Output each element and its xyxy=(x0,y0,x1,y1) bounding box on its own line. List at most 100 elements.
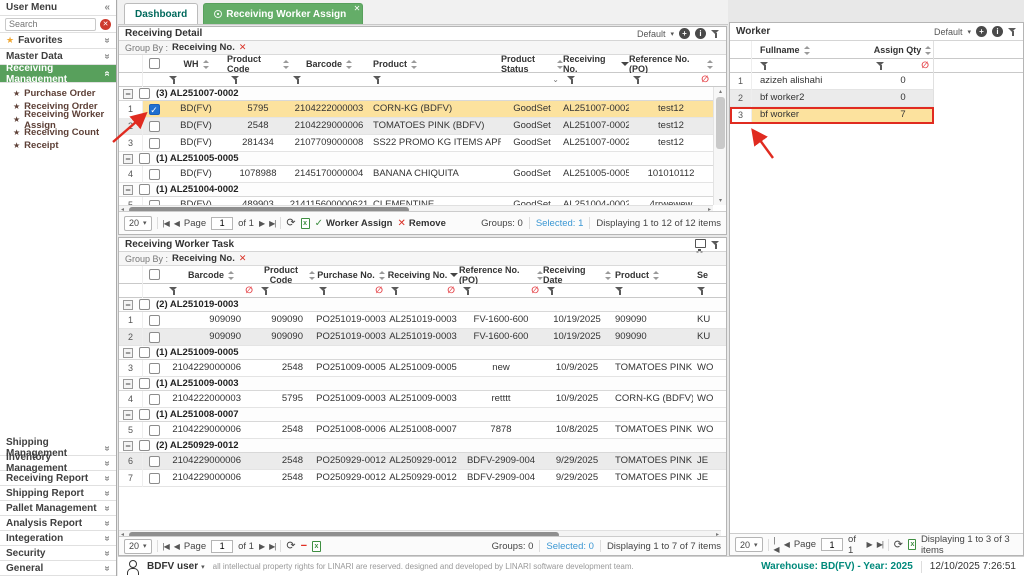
column-header-barcode[interactable]: Barcode xyxy=(165,266,257,284)
last-page-button[interactable]: ▶| xyxy=(269,219,275,228)
filter-funnel-icon[interactable] xyxy=(391,286,400,296)
table-row[interactable]: 1azizeh alishahi0 xyxy=(730,73,934,90)
chevron-down-icon[interactable]: ▾ xyxy=(670,30,674,38)
sidebar-item-general[interactable]: General« xyxy=(0,561,116,576)
row-checkbox[interactable] xyxy=(149,394,160,405)
group-checkbox[interactable] xyxy=(139,347,150,358)
column-header-product-code[interactable]: Product Code xyxy=(227,55,289,73)
collapse-group-icon[interactable]: − xyxy=(123,379,133,389)
filter-funnel-icon[interactable] xyxy=(169,286,178,296)
filter-funnel-icon[interactable] xyxy=(615,286,624,296)
row-checkbox[interactable] xyxy=(149,473,160,484)
remove-group-by-icon[interactable]: ✕ xyxy=(239,253,247,264)
group-checkbox[interactable] xyxy=(139,88,150,99)
worker-assign-button[interactable]: ✓Worker Assign xyxy=(315,218,393,229)
close-tab-icon[interactable]: ✕ xyxy=(354,4,361,13)
filter-funnel-icon[interactable] xyxy=(760,61,769,71)
table-row[interactable]: 3BD(FV)2814342107709000008SS22 PROMO KG … xyxy=(119,135,726,152)
row-checkbox[interactable] xyxy=(149,425,160,436)
row-checkbox[interactable] xyxy=(149,332,160,343)
refresh-icon[interactable]: ⟳ xyxy=(894,540,903,550)
column-header-assign-qty[interactable]: Assign Qty xyxy=(872,41,934,59)
refresh-icon[interactable]: ⟳ xyxy=(286,541,295,551)
sidebar-header-user-menu[interactable]: User Menu « xyxy=(0,0,116,16)
filter-icon[interactable] xyxy=(1008,27,1017,37)
prev-page-button[interactable]: ◀ xyxy=(174,219,179,228)
sidebar-item-shipping-report[interactable]: Shipping Report« xyxy=(0,486,116,501)
filter-funnel-icon[interactable] xyxy=(547,286,556,296)
clear-filter-icon[interactable]: ∅ xyxy=(531,285,539,296)
column-header-receiving-date[interactable]: Receiving Date xyxy=(543,266,611,284)
table-row[interactable]: 5BD(FV)489903214115600000621CLEMENTINEGo… xyxy=(119,197,726,205)
prev-page-button[interactable]: ◀ xyxy=(784,540,789,549)
page-input[interactable] xyxy=(821,538,843,551)
group-by-chip[interactable]: Receiving No. xyxy=(172,42,235,53)
filter-funnel-icon[interactable] xyxy=(567,75,576,85)
column-header-receiving-no[interactable]: Receiving No. xyxy=(387,266,459,284)
table-row[interactable]: 321042290000062548PO251009-0005AL251009-… xyxy=(119,360,726,377)
view-selector[interactable]: Default xyxy=(934,27,963,37)
column-header-product[interactable]: Product xyxy=(369,55,501,73)
clear-filter-icon[interactable]: ∅ xyxy=(921,60,929,71)
group-row[interactable]: −(1) AL251004-0002 xyxy=(119,183,726,197)
column-header-fullname[interactable]: Fullname xyxy=(752,41,872,59)
table-row[interactable]: 2bf worker20 xyxy=(730,90,934,107)
sidebar-item-inventory-management[interactable]: Inventory Management« xyxy=(0,456,116,471)
clear-filter-icon[interactable]: ∅ xyxy=(245,285,253,296)
filter-icon[interactable] xyxy=(711,29,720,39)
row-checkbox[interactable] xyxy=(149,315,160,326)
monitor-icon[interactable] xyxy=(695,239,706,248)
clear-filter-icon[interactable]: ∅ xyxy=(375,285,383,296)
collapse-group-icon[interactable]: − xyxy=(123,441,133,451)
scroll-up-icon[interactable]: ▴ xyxy=(714,88,727,95)
sidebar-item-favorites[interactable]: ★ Favorites « xyxy=(0,33,116,49)
group-row[interactable]: −(3) AL251007-0002 xyxy=(119,87,726,101)
add-view-icon[interactable]: + xyxy=(679,28,690,39)
column-header-reference-no[interactable]: Reference No. (PO) xyxy=(459,266,543,284)
group-checkbox[interactable] xyxy=(139,378,150,389)
filter-funnel-icon[interactable] xyxy=(633,75,642,85)
column-header-section[interactable]: Se xyxy=(693,266,721,284)
collapse-group-icon[interactable]: − xyxy=(123,89,133,99)
info-icon[interactable]: i xyxy=(992,26,1003,37)
first-page-button[interactable]: |◀ xyxy=(773,536,778,554)
table-row[interactable]: 621042290000062548PO250929-0012AL250929-… xyxy=(119,453,726,470)
group-row[interactable]: −(1) AL251008-0007 xyxy=(119,408,726,422)
table-row[interactable]: 2909090909090PO251019-0003AL251019-0003F… xyxy=(119,329,726,346)
filter-dropdown-icon[interactable]: ⌄ xyxy=(552,75,559,84)
row-checkbox[interactable] xyxy=(149,138,160,149)
collapse-group-icon[interactable]: − xyxy=(123,154,133,164)
sidebar-item-receipt[interactable]: ★Receipt xyxy=(0,139,116,152)
filter-funnel-icon[interactable] xyxy=(373,75,382,85)
filter-funnel-icon[interactable] xyxy=(697,286,706,296)
table-row[interactable]: 4BD(FV)10789882145170000004BANANA CHIQUI… xyxy=(119,166,726,183)
collapse-group-icon[interactable]: − xyxy=(123,185,133,195)
column-header-product-status[interactable]: Product Status xyxy=(501,55,563,73)
row-checkbox[interactable]: ✓ xyxy=(149,104,160,115)
user-menu-dropdown[interactable]: BDFV user▾ xyxy=(147,561,205,572)
next-page-button[interactable]: ▶ xyxy=(259,219,264,228)
filter-funnel-icon[interactable] xyxy=(319,286,328,296)
sidebar-item-receiving-worker-assign[interactable]: ★Receiving Worker Assign xyxy=(0,113,116,126)
page-size-select[interactable]: 20▾ xyxy=(124,216,152,231)
vertical-scrollbar[interactable]: ▴ ▾ xyxy=(713,87,726,205)
filter-icon[interactable] xyxy=(711,240,720,250)
last-page-button[interactable]: ▶| xyxy=(877,540,883,549)
first-page-button[interactable]: |◀ xyxy=(163,542,169,551)
search-clear-icon[interactable]: ✕ xyxy=(100,19,111,30)
select-all-checkbox[interactable] xyxy=(149,58,160,69)
sidebar-item-analysis-report[interactable]: Analysis Report« xyxy=(0,516,116,531)
filter-funnel-icon[interactable] xyxy=(876,61,885,71)
group-row[interactable]: −(2) AL250929-0012 xyxy=(119,439,726,453)
table-row[interactable]: 521042290000062548PO251008-0006AL251008-… xyxy=(119,422,726,439)
sidebar-item-purchase-order[interactable]: ★Purchase Order xyxy=(0,87,116,100)
page-size-select[interactable]: 20▾ xyxy=(124,539,152,554)
chevron-down-icon[interactable]: ▾ xyxy=(967,28,971,36)
export-excel-icon[interactable] xyxy=(312,541,321,552)
group-row[interactable]: −(1) AL251005-0005 xyxy=(119,152,726,166)
group-row[interactable]: −(2) AL251019-0003 xyxy=(119,298,726,312)
group-checkbox[interactable] xyxy=(139,184,150,195)
table-row[interactable]: 1✓BD(FV)57952104222000003CORN-KG (BDFV)G… xyxy=(119,101,726,118)
group-checkbox[interactable] xyxy=(139,440,150,451)
column-header-product-code[interactable]: Product Code xyxy=(257,266,315,284)
